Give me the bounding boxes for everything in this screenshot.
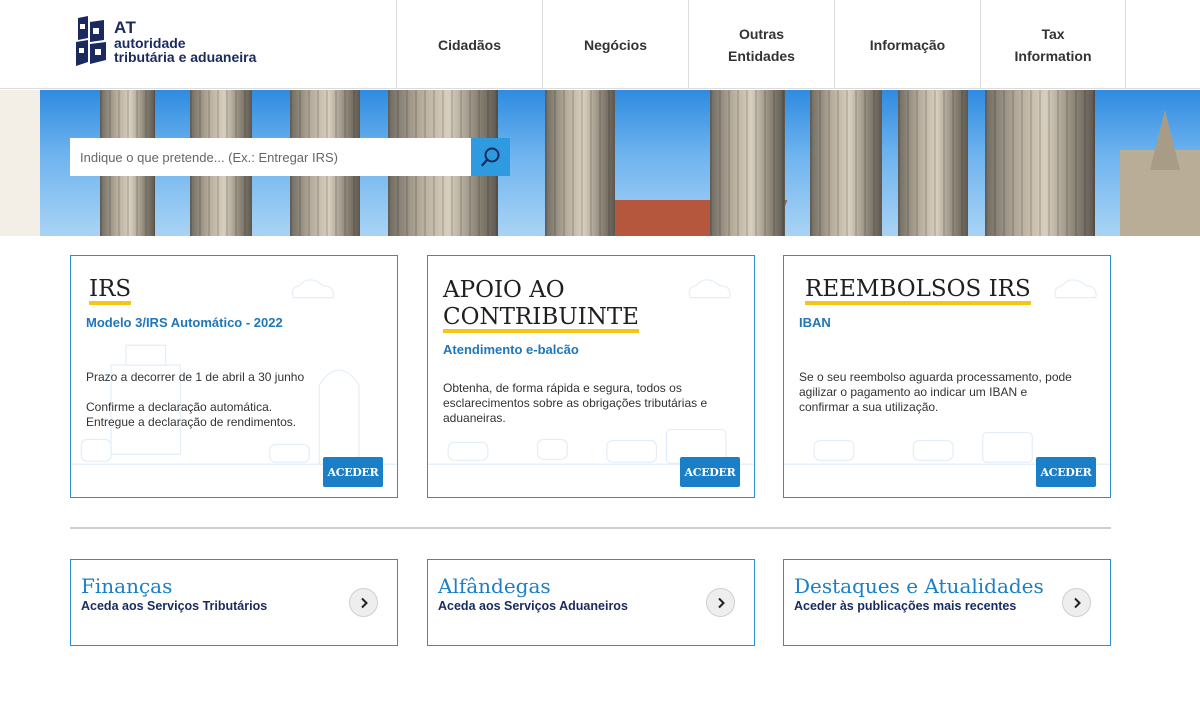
- card-body-line: Obtenha, de forma rápida e segura, todos…: [443, 381, 682, 395]
- card-body-line: aduaneiras.: [443, 411, 506, 425]
- card-body-line: confirmar a sua utilização.: [799, 400, 939, 414]
- nav-item-informacao[interactable]: Informação: [834, 0, 980, 89]
- link-financas[interactable]: Finanças Aceda aos Serviços Tributários: [70, 559, 398, 646]
- hero-banner: [0, 90, 1200, 236]
- site-header: AT autoridade tributária e aduaneira Cid…: [0, 0, 1200, 89]
- card-body-line: esclarecimentos sobre as obrigações trib…: [443, 396, 708, 410]
- link-title: Alfândegas: [438, 574, 551, 598]
- card-title: APOIO AO CONTRIBUINTE: [443, 277, 639, 331]
- card-body: Prazo a decorrer de 1 de abril a 30 junh…: [86, 370, 304, 430]
- card-title-line: APOIO AO: [443, 277, 565, 303]
- link-alfandegas[interactable]: Alfândegas Aceda aos Serviços Aduaneiros: [427, 559, 755, 646]
- card-body-line: Se o seu reembolso aguarda processamento…: [799, 370, 1072, 384]
- search-bar: [70, 138, 510, 176]
- search-input[interactable]: [70, 138, 471, 176]
- chevron-right-icon[interactable]: [706, 588, 735, 617]
- nav-label: Outras Entidades: [728, 25, 795, 64]
- nav-label: Tax Information: [1014, 25, 1092, 64]
- chevron-right-icon[interactable]: [349, 588, 378, 617]
- section-divider: [70, 527, 1111, 529]
- link-subtitle: Aceder às publicações mais recentes: [794, 599, 1017, 613]
- card-subtitle: Modelo 3/IRS Automático - 2022: [86, 315, 283, 330]
- search-icon: [480, 147, 499, 167]
- card-body: Se o seu reembolso aguarda processamento…: [799, 370, 1072, 415]
- nav-item-negocios[interactable]: Negócios: [542, 0, 688, 89]
- at-logo-icon: [74, 16, 108, 70]
- nav-label: Informação: [869, 36, 946, 53]
- hero-column: [710, 90, 785, 236]
- hero-column: [810, 90, 882, 236]
- hero-column: [898, 90, 968, 236]
- logo-line1: autoridade: [114, 35, 186, 51]
- nav-item-outras-entidades[interactable]: Outras Entidades: [688, 0, 834, 89]
- nav-label: Cidadãos: [437, 36, 501, 53]
- nav-label: Negócios: [583, 36, 647, 53]
- link-title: Finanças: [81, 574, 173, 598]
- card-subtitle: IBAN: [799, 315, 831, 330]
- hero-column: [985, 90, 1095, 236]
- nav-item-cidadaos[interactable]: Cidadãos: [396, 0, 542, 89]
- card-irs: IRS Modelo 3/IRS Automático - 2022 Prazo…: [70, 255, 398, 498]
- hero-column: [545, 90, 615, 236]
- card-body-line: agilizar o pagamento ao indicar um IBAN …: [799, 385, 1028, 399]
- card-title-line: CONTRIBUINTE: [443, 304, 639, 333]
- logo-line2: tributária e aduaneira: [114, 49, 257, 65]
- card-reembolsos-irs: REEMBOLSOS IRS IBAN Se o seu reembolso a…: [783, 255, 1111, 498]
- search-button[interactable]: [471, 138, 510, 176]
- link-title: Destaques e Atualidades: [794, 574, 1044, 598]
- logo-abbr: AT: [114, 18, 137, 37]
- main-nav: Cidadãos Negócios Outras Entidades Infor…: [396, 0, 1126, 89]
- hero-tower: [1150, 110, 1180, 170]
- card-title: REEMBOLSOS IRS: [805, 276, 1031, 303]
- aceder-button[interactable]: ACEDER: [1036, 457, 1096, 487]
- card-body-line: Entregue a declaração de rendimentos.: [86, 415, 297, 429]
- card-subtitle: Atendimento e-balcão: [443, 342, 579, 357]
- at-logo[interactable]: AT autoridade tributária e aduaneira: [74, 16, 284, 74]
- hero-building: [0, 90, 40, 236]
- card-body: Obtenha, de forma rápida e segura, todos…: [443, 381, 707, 426]
- aceder-button[interactable]: ACEDER: [323, 457, 383, 487]
- link-destaques-atualidades[interactable]: Destaques e Atualidades Aceder às public…: [783, 559, 1111, 646]
- nav-item-tax-information[interactable]: Tax Information: [980, 0, 1126, 89]
- chevron-right-icon[interactable]: [1062, 588, 1091, 617]
- logo-text: AT autoridade tributária e aduaneira: [114, 18, 257, 65]
- link-subtitle: Aceda aos Serviços Aduaneiros: [438, 599, 628, 613]
- aceder-button[interactable]: ACEDER: [680, 457, 740, 487]
- card-body-line: Prazo a decorrer de 1 de abril a 30 junh…: [86, 370, 305, 384]
- link-subtitle: Aceda aos Serviços Tributários: [81, 599, 268, 613]
- card-title: IRS: [89, 276, 131, 303]
- card-body-line: Confirme a declaração automática.: [86, 400, 273, 414]
- card-apoio-contribuinte: APOIO AO CONTRIBUINTE Atendimento e-balc…: [427, 255, 755, 498]
